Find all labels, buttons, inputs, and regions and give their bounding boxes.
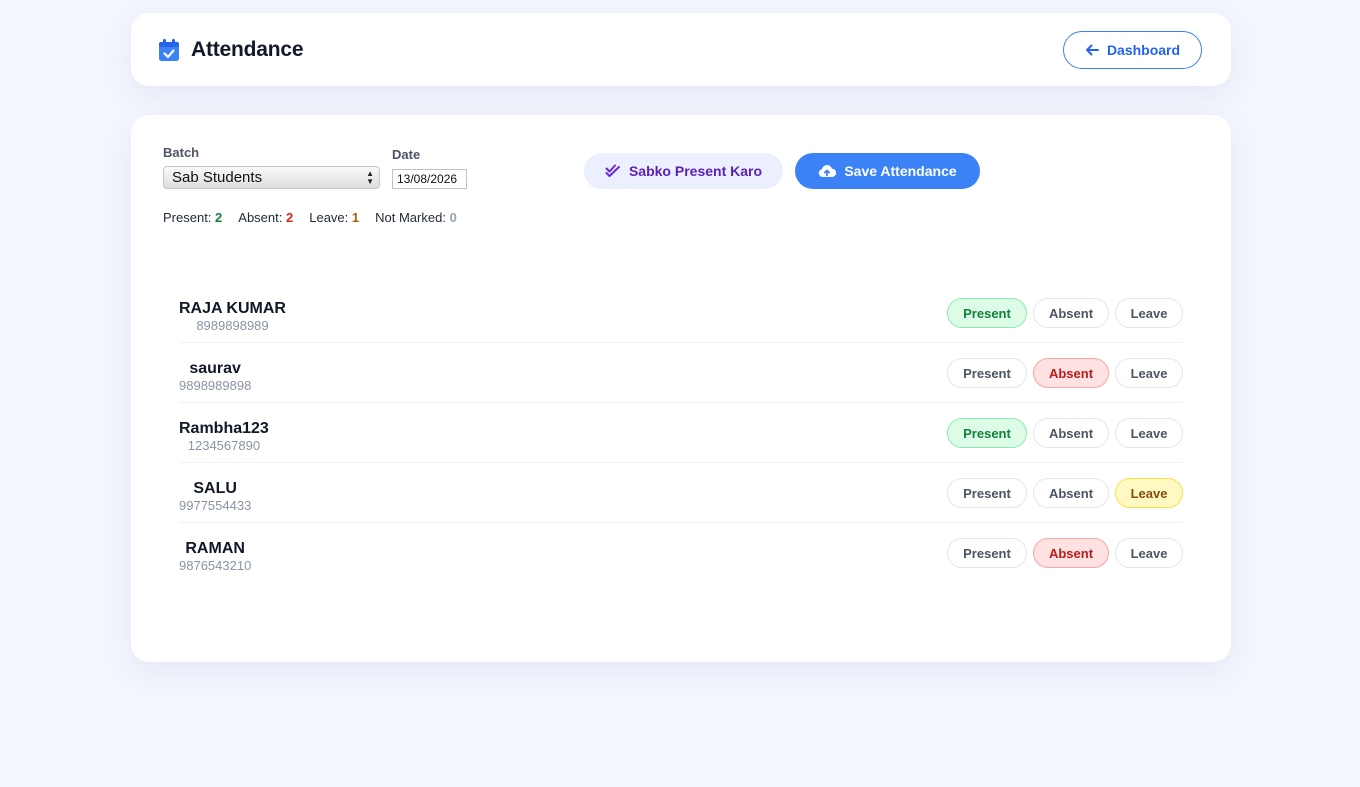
- status-toggle-group: Present Absent Leave: [947, 358, 1183, 388]
- student-name: saurav: [189, 360, 241, 377]
- dashboard-button[interactable]: Dashboard: [1063, 31, 1202, 69]
- date-label: Date: [392, 147, 421, 162]
- absent-button[interactable]: Absent: [1033, 358, 1109, 388]
- student-phone: 8989898989: [196, 318, 269, 333]
- student-phone: 9977554433: [179, 498, 252, 513]
- leave-button[interactable]: Leave: [1115, 298, 1183, 328]
- save-attendance-label: Save Attendance: [844, 163, 957, 179]
- student-row: saurav 9898989898 Present Absent Leave: [179, 343, 1183, 403]
- dashboard-button-label: Dashboard: [1106, 42, 1181, 58]
- calendar-check-icon: [159, 38, 179, 61]
- student-phone: 9898989898: [179, 378, 252, 393]
- student-name: SALU: [193, 480, 237, 497]
- student-phone: 9876543210: [179, 558, 252, 573]
- student-list: RAJA KUMAR 8989898989 Present Absent Lea…: [179, 283, 1183, 583]
- mark-all-present-button[interactable]: Sabko Present Karo: [584, 153, 783, 189]
- page-header: Attendance: [159, 13, 304, 86]
- student-info: saurav 9898989898: [179, 360, 251, 393]
- batch-select-value: Sab Students: [172, 169, 263, 186]
- summary-absent: Absent: 2: [238, 210, 294, 225]
- status-toggle-group: Present Absent Leave: [947, 298, 1183, 328]
- double-check-icon: [605, 164, 620, 177]
- student-row: RAMAN 9876543210 Present Absent Leave: [179, 523, 1183, 583]
- student-row: Rambha123 1234567890 Present Absent Leav…: [179, 403, 1183, 463]
- status-toggle-group: Present Absent Leave: [947, 538, 1183, 568]
- student-name: RAMAN: [185, 540, 245, 557]
- student-row: RAJA KUMAR 8989898989 Present Absent Lea…: [179, 283, 1183, 343]
- leave-button[interactable]: Leave: [1115, 418, 1183, 448]
- student-name: Rambha123: [179, 420, 269, 437]
- student-name: RAJA KUMAR: [179, 300, 286, 317]
- leave-button[interactable]: Leave: [1115, 538, 1183, 568]
- save-attendance-button[interactable]: Save Attendance: [795, 153, 980, 189]
- page-title: Attendance: [191, 37, 304, 61]
- student-info: Rambha123 1234567890: [179, 420, 269, 453]
- mark-all-present-label: Sabko Present Karo: [628, 163, 763, 179]
- header-card: Attendance Dashboard: [131, 13, 1231, 86]
- leave-button[interactable]: Leave: [1115, 358, 1183, 388]
- date-input[interactable]: 13/08/2026: [392, 169, 467, 189]
- present-count: 2: [215, 210, 223, 225]
- attendance-card: Batch Sab Students ▲ ▼ Date 13/08/2026 Sa…: [131, 115, 1231, 662]
- student-info: RAJA KUMAR 8989898989: [179, 300, 286, 333]
- unmarked-count: 0: [449, 210, 457, 225]
- present-button[interactable]: Present: [947, 298, 1027, 328]
- summary-present: Present: 2: [163, 210, 223, 225]
- student-phone: 1234567890: [187, 438, 261, 453]
- present-button[interactable]: Present: [947, 538, 1027, 568]
- batch-label: Batch: [163, 145, 200, 160]
- absent-button[interactable]: Absent: [1033, 298, 1109, 328]
- absent-button[interactable]: Absent: [1033, 538, 1109, 568]
- status-toggle-group: Present Absent Leave: [947, 418, 1183, 448]
- student-row: SALU 9977554433 Present Absent Leave: [179, 463, 1183, 523]
- absent-count: 2: [286, 210, 294, 225]
- student-info: SALU 9977554433: [179, 480, 251, 513]
- arrow-left-icon: [1085, 44, 1099, 56]
- cloud-upload-icon: [819, 165, 837, 178]
- present-button[interactable]: Present: [947, 478, 1027, 508]
- status-toggle-group: Present Absent Leave: [947, 478, 1183, 508]
- absent-button[interactable]: Absent: [1033, 478, 1109, 508]
- leave-button[interactable]: Leave: [1115, 478, 1183, 508]
- batch-select[interactable]: Sab Students ▲ ▼: [163, 166, 380, 189]
- select-arrows-icon: ▲ ▼: [366, 169, 374, 186]
- leave-count: 1: [351, 210, 360, 225]
- absent-button[interactable]: Absent: [1033, 418, 1109, 448]
- student-info: RAMAN 9876543210: [179, 540, 251, 573]
- present-button[interactable]: Present: [947, 358, 1027, 388]
- attendance-summary: Present: 2 Absent: 2 Leave: 1 Not Marked…: [163, 210, 457, 225]
- summary-unmarked: Not Marked: 0: [375, 210, 457, 225]
- summary-leave: Leave: 1: [309, 210, 360, 225]
- present-button[interactable]: Present: [947, 418, 1027, 448]
